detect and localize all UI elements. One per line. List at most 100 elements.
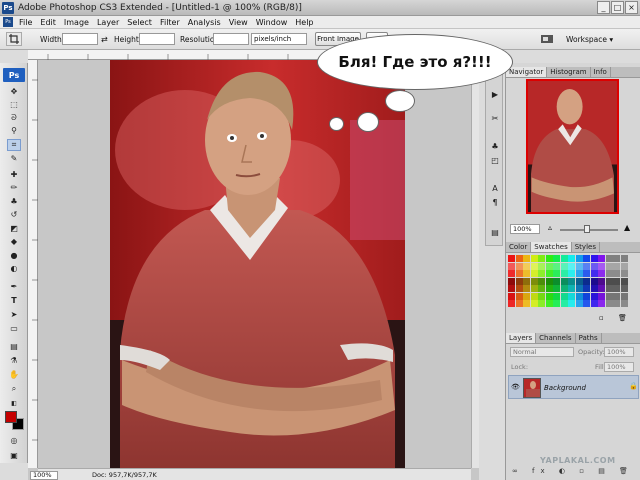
swatch[interactable] (515, 300, 523, 307)
swatch[interactable] (605, 270, 613, 277)
swatch[interactable] (583, 292, 590, 300)
swatch[interactable] (523, 255, 530, 262)
swatch[interactable] (613, 285, 620, 292)
crop-tool-preset-icon[interactable] (6, 32, 22, 46)
tool-presets-icon[interactable]: ✂ (489, 113, 501, 125)
swatch[interactable] (553, 270, 560, 277)
eye-icon[interactable]: 👁 (511, 383, 521, 391)
swatch[interactable] (508, 285, 515, 292)
layer-row[interactable]: 👁 Background 🔒 (508, 375, 639, 399)
swatch[interactable] (560, 270, 568, 277)
swatch[interactable] (590, 270, 598, 277)
swatch[interactable] (530, 277, 538, 285)
move-icon[interactable]: ✥ (8, 87, 20, 97)
brush-icon[interactable]: ✏ (8, 183, 20, 193)
swatch[interactable] (568, 262, 575, 270)
swatch[interactable] (530, 285, 538, 292)
swatch[interactable] (605, 292, 613, 300)
swatch[interactable] (560, 300, 568, 307)
screen-mode-icon[interactable]: ▣ (8, 451, 20, 461)
swatch[interactable] (598, 300, 605, 307)
play-icon[interactable]: ▶ (489, 89, 501, 101)
swatch[interactable] (598, 262, 605, 270)
swatch[interactable] (538, 270, 545, 277)
swatch[interactable] (545, 292, 553, 300)
delete-swatch-icon[interactable]: 🗑 (618, 314, 627, 322)
tab-paths[interactable]: Paths (576, 333, 602, 343)
quick-mask-icon[interactable]: ◎ (8, 436, 20, 446)
zoom-icon[interactable]: ⌕ (8, 384, 20, 394)
navigator-zoom-field[interactable]: 100% (510, 224, 540, 234)
tab-info[interactable]: Info (591, 67, 611, 77)
minimize-button[interactable]: _ (597, 1, 610, 14)
swatch[interactable] (560, 255, 568, 262)
swatch[interactable] (508, 300, 515, 307)
swatch[interactable] (553, 255, 560, 262)
foreground-color-swatch[interactable] (5, 411, 17, 423)
swatch[interactable] (568, 292, 575, 300)
swatch[interactable] (538, 262, 545, 270)
swatch[interactable] (568, 285, 575, 292)
resolution-unit-select[interactable]: pixels/inch (251, 33, 307, 45)
swatch[interactable] (538, 255, 545, 262)
swatch[interactable] (508, 270, 515, 277)
swatch[interactable] (560, 292, 568, 300)
path-select-icon[interactable]: ➤ (8, 310, 20, 320)
type-icon[interactable]: T (8, 296, 20, 306)
swatch[interactable] (598, 255, 605, 262)
swatch[interactable] (620, 285, 628, 292)
swatch[interactable] (583, 285, 590, 292)
swatch[interactable] (605, 255, 613, 262)
swatch[interactable] (575, 262, 583, 270)
height-input[interactable] (139, 33, 175, 45)
swatch[interactable] (583, 300, 590, 307)
dodge-icon[interactable]: ◐ (8, 264, 20, 274)
fill-field[interactable]: 100% (604, 362, 634, 372)
swatch[interactable] (605, 262, 613, 270)
menu-layer[interactable]: Layer (93, 16, 123, 29)
swatch[interactable] (523, 292, 530, 300)
swap-icon[interactable]: ⇄ (101, 35, 108, 44)
menu-window[interactable]: Window (252, 16, 292, 29)
tab-color[interactable]: Color (506, 242, 532, 252)
history-brush-icon[interactable]: ↺ (8, 210, 20, 220)
swatch[interactable] (590, 300, 598, 307)
new-swatch-icon[interactable]: ▫ (599, 314, 604, 322)
swatch[interactable] (508, 277, 515, 285)
opacity-field[interactable]: 100% (604, 347, 634, 357)
eyedropper-icon[interactable]: ⚗ (8, 356, 20, 366)
swatch[interactable] (590, 285, 598, 292)
menu-filter[interactable]: Filter (156, 16, 184, 29)
blend-mode-select[interactable]: Normal (510, 347, 574, 357)
swatch[interactable] (530, 292, 538, 300)
swatch[interactable] (568, 270, 575, 277)
swatch[interactable] (590, 277, 598, 285)
menu-file[interactable]: File (15, 16, 36, 29)
swatch[interactable] (553, 277, 560, 285)
vertical-scrollbar[interactable] (471, 60, 479, 468)
menu-view[interactable]: View (225, 16, 252, 29)
swatch[interactable] (530, 255, 538, 262)
swatch[interactable] (590, 292, 598, 300)
swatch[interactable] (523, 262, 530, 270)
tab-swatches[interactable]: Swatches (531, 242, 572, 252)
pen-icon[interactable]: ✒ (8, 282, 20, 292)
menu-select[interactable]: Select (123, 16, 156, 29)
swatch[interactable] (530, 270, 538, 277)
swatch[interactable] (508, 255, 515, 262)
ps-logo[interactable]: Ps (3, 68, 25, 82)
tab-navigator[interactable]: Navigator (506, 67, 548, 77)
swatch[interactable] (530, 262, 538, 270)
swatch[interactable] (523, 285, 530, 292)
swatch[interactable] (538, 277, 545, 285)
lasso-icon[interactable]: ᘐ (8, 113, 20, 123)
swatch[interactable] (605, 285, 613, 292)
swatch[interactable] (613, 262, 620, 270)
swatch[interactable] (583, 277, 590, 285)
magic-wand-icon[interactable]: ⚲ (8, 126, 20, 136)
swatch[interactable] (590, 255, 598, 262)
workspace-menu[interactable]: Workspace ▾ (566, 35, 613, 44)
swatch[interactable] (575, 270, 583, 277)
swatch[interactable] (523, 270, 530, 277)
zoom-in-icon[interactable]: ▲ (624, 223, 630, 232)
